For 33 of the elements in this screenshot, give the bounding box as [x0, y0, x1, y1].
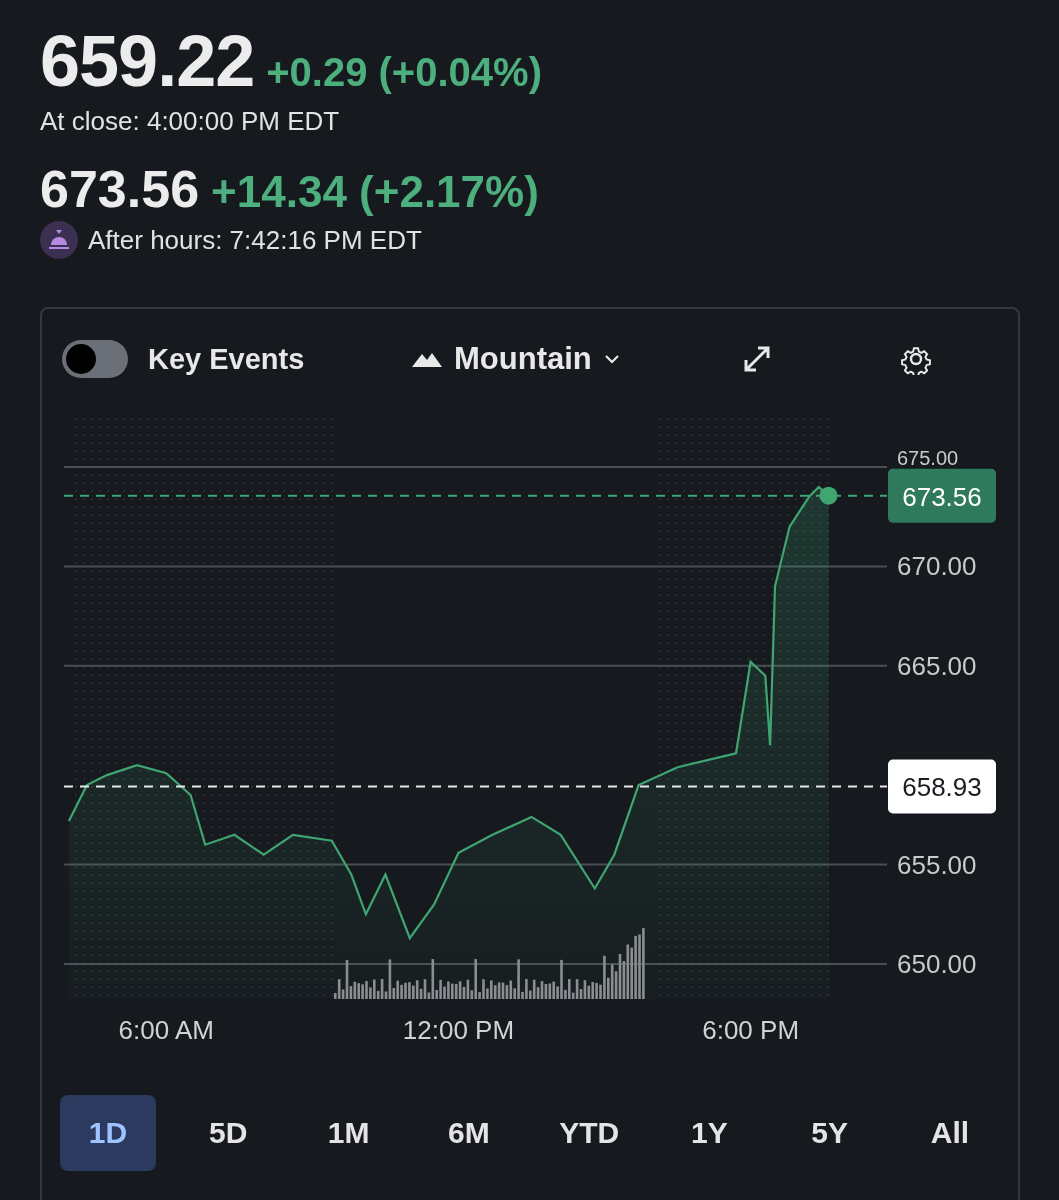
- price: 659.22: [40, 20, 255, 102]
- after-hours-time: After hours: 7:42:16 PM EDT: [88, 224, 422, 256]
- close-time: At close: 4:00:00 PM EDT: [40, 106, 340, 137]
- y-axis-label: 655.00: [897, 849, 977, 880]
- chevron-down-icon: [603, 354, 620, 364]
- x-axis-label: 6:00 PM: [702, 1015, 800, 1045]
- range-tab[interactable]: 5Y: [781, 1095, 878, 1171]
- y-axis-label: 665.00: [897, 650, 977, 681]
- expand-icon[interactable]: [742, 344, 772, 374]
- price-badge: 673.56: [888, 468, 996, 523]
- y-axis-label: 670.00: [897, 551, 977, 582]
- key-events-toggle[interactable]: [62, 340, 128, 378]
- range-tab[interactable]: 1Y: [661, 1095, 758, 1171]
- after-hours-price: 673.56: [40, 159, 200, 219]
- range-tab[interactable]: YTD: [541, 1095, 638, 1171]
- ref-line-label: 673.56: [902, 481, 982, 512]
- key-events-label: Key Events: [148, 342, 305, 376]
- y-axis-label: 650.00: [897, 949, 977, 979]
- range-tab[interactable]: 5D: [180, 1095, 277, 1171]
- y-axis-label: 675.00: [897, 447, 959, 469]
- price-badge: 658.93: [888, 759, 996, 814]
- range-tab[interactable]: 1M: [300, 1095, 397, 1171]
- range-tab[interactable]: 1D: [60, 1095, 156, 1171]
- last-price-dot: [819, 486, 838, 505]
- range-tab[interactable]: 6M: [420, 1095, 517, 1171]
- x-axis-label: 6:00 AM: [118, 1015, 214, 1045]
- sunset-icon: [40, 221, 78, 259]
- x-axis-label: 12:00 PM: [402, 1015, 515, 1045]
- ref-line-label: 658.93: [902, 772, 982, 803]
- range-tab[interactable]: All: [901, 1095, 998, 1171]
- after-hours-change: +14.34 (+2.17%): [211, 167, 539, 217]
- price-change: +0.29 (+0.04%): [266, 50, 542, 95]
- chart-type-dropdown[interactable]: Mountain: [412, 341, 742, 377]
